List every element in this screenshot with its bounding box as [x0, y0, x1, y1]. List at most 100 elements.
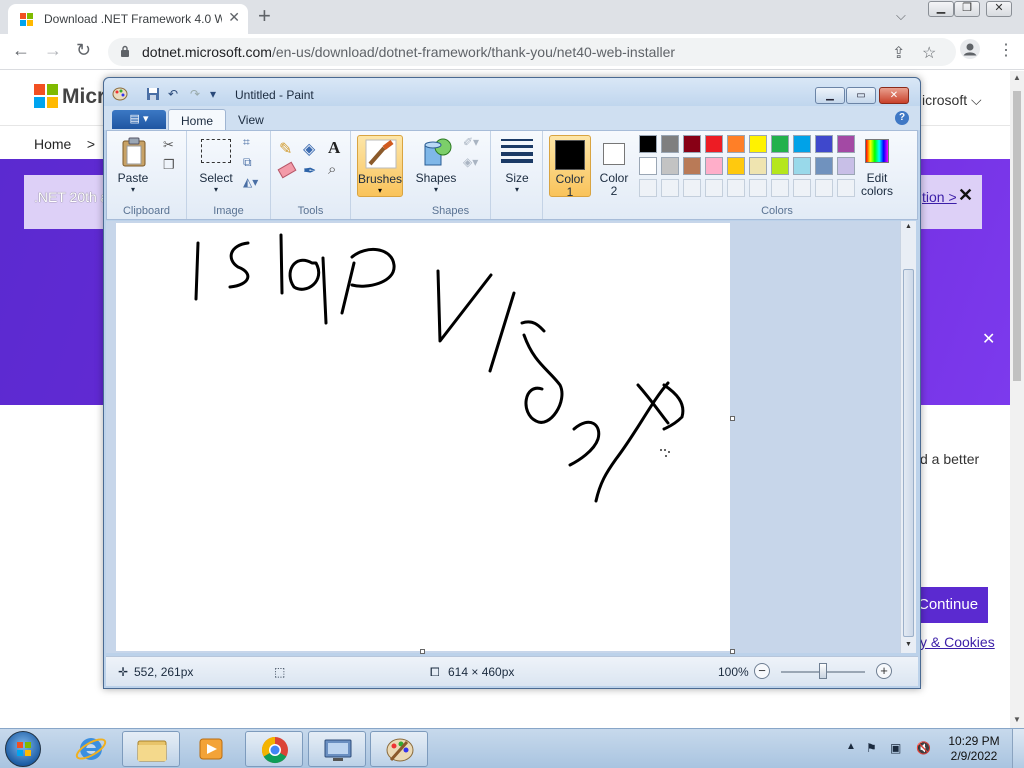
palette-swatch[interactable]: [639, 135, 657, 153]
palette-swatch[interactable]: [639, 179, 657, 197]
canvas-scroll-down-icon[interactable]: ▼: [905, 641, 912, 648]
taskbar-remote-desktop[interactable]: [308, 731, 366, 767]
color1-button[interactable]: Color 1: [549, 135, 591, 199]
canvas-scroll-thumb[interactable]: [903, 269, 914, 637]
drawing-canvas[interactable]: [116, 223, 730, 651]
banner-close-icon[interactable]: ✕: [958, 185, 973, 206]
canvas-vertical-scrollbar[interactable]: ▲ ▼: [900, 221, 916, 653]
zoom-in-button[interactable]: +: [876, 663, 892, 679]
size-button[interactable]: Size ▾: [497, 135, 537, 195]
save-icon[interactable]: [146, 87, 160, 101]
palette-swatch[interactable]: [661, 157, 679, 175]
palette-swatch[interactable]: [793, 135, 811, 153]
chrome-menu-icon[interactable]: ⋮: [998, 40, 1014, 60]
eraser-icon[interactable]: [277, 161, 297, 179]
outline-icon[interactable]: ✐▾: [463, 135, 479, 149]
palette-swatch[interactable]: [749, 135, 767, 153]
zoom-out-button[interactable]: −: [754, 663, 770, 679]
palette-swatch[interactable]: [837, 179, 855, 197]
back-icon[interactable]: ←: [12, 40, 30, 61]
taskbar-internet-explorer[interactable]: [62, 731, 120, 767]
palette-swatch[interactable]: [749, 157, 767, 175]
palette-swatch[interactable]: [683, 135, 701, 153]
palette-swatch[interactable]: [837, 135, 855, 153]
edit-colors-button[interactable]: Edit colors: [859, 135, 895, 198]
palette-swatch[interactable]: [771, 157, 789, 175]
page-scrollbar[interactable]: ▲ ▼: [1010, 71, 1024, 728]
paint-maximize-button[interactable]: ▭: [846, 87, 876, 104]
palette-swatch[interactable]: [705, 135, 723, 153]
browser-tab[interactable]: Download .NET Framework 4.0 W ✕: [8, 4, 248, 34]
crop-icon[interactable]: ⌗: [243, 135, 250, 150]
palette-swatch[interactable]: [815, 135, 833, 153]
bookmark-star-icon[interactable]: ☆: [922, 43, 936, 63]
select-button[interactable]: Select ▾: [195, 135, 237, 195]
palette-swatch[interactable]: [749, 179, 767, 197]
paint-title-bar[interactable]: ↶ ↷ ▾ Untitled - Paint ▁ ▭ ✕: [104, 78, 920, 106]
action-center-icon[interactable]: ⚑: [866, 741, 877, 755]
shapes-dropdown-icon[interactable]: ▾: [415, 185, 457, 194]
close-window-button[interactable]: ✕: [986, 1, 1012, 17]
share-icon[interactable]: ⇪: [892, 43, 905, 63]
palette-swatch[interactable]: [661, 135, 679, 153]
all-microsoft-menu[interactable]: icrosoft ⌵: [922, 92, 982, 109]
palette-swatch[interactable]: [793, 179, 811, 197]
palette-swatch[interactable]: [683, 179, 701, 197]
taskbar-file-explorer[interactable]: [122, 731, 180, 767]
undo-icon[interactable]: ↶: [168, 87, 182, 101]
start-button[interactable]: [5, 731, 41, 767]
palette-swatch[interactable]: [793, 157, 811, 175]
help-icon[interactable]: ?: [895, 111, 909, 125]
paint-close-button[interactable]: ✕: [879, 87, 909, 104]
scroll-up-icon[interactable]: ▲: [1013, 73, 1021, 82]
rotate-icon[interactable]: ◭▾: [243, 175, 258, 189]
address-bar[interactable]: dotnet.microsoft.com/en-us/download/dotn…: [108, 38, 956, 66]
palette-swatch[interactable]: [771, 179, 789, 197]
cut-icon[interactable]: ✂: [163, 137, 174, 153]
canvas-scroll-up-icon[interactable]: ▲: [905, 223, 912, 230]
palette-swatch[interactable]: [815, 179, 833, 197]
system-clock[interactable]: 10:29 PM 2/9/2022: [946, 734, 1002, 764]
tab-view[interactable]: View: [226, 109, 276, 130]
show-desktop-button[interactable]: [1012, 729, 1024, 768]
tab-search-icon[interactable]: ⌵: [896, 8, 906, 24]
size-dropdown-icon[interactable]: ▾: [497, 185, 537, 194]
volume-muted-icon[interactable]: 🔇: [916, 741, 931, 755]
network-icon[interactable]: ▣: [890, 741, 901, 755]
paint-minimize-button[interactable]: ▁: [815, 87, 845, 104]
profile-avatar-icon[interactable]: [960, 39, 980, 64]
customize-toolbar-icon[interactable]: ▾: [210, 87, 224, 101]
taskbar-chrome[interactable]: [245, 731, 303, 767]
forward-icon[interactable]: →: [44, 40, 62, 61]
zoom-slider-thumb[interactable]: [819, 663, 827, 679]
magnifier-icon[interactable]: ⌕: [328, 161, 336, 178]
brushes-button[interactable]: Brushes ▾: [357, 135, 403, 197]
page-scroll-thumb[interactable]: [1013, 91, 1021, 381]
palette-swatch[interactable]: [815, 157, 833, 175]
minimize-button[interactable]: ▁: [928, 1, 954, 17]
tab-close-icon[interactable]: ✕: [228, 9, 240, 26]
text-icon[interactable]: A: [328, 138, 340, 158]
resize-handle-bottom[interactable]: [420, 649, 425, 654]
resize-icon[interactable]: ⧉: [243, 155, 252, 170]
pencil-icon[interactable]: ✎: [279, 139, 292, 159]
palette-swatch[interactable]: [771, 135, 789, 153]
resize-handle-corner[interactable]: [730, 649, 735, 654]
shape-fill-icon[interactable]: ◈▾: [463, 155, 478, 169]
scroll-down-icon[interactable]: ▼: [1013, 715, 1021, 724]
palette-swatch[interactable]: [727, 179, 745, 197]
color-picker-icon[interactable]: ✒: [303, 161, 316, 181]
brushes-dropdown-icon[interactable]: ▾: [358, 186, 402, 195]
palette-swatch[interactable]: [639, 157, 657, 175]
taskbar-media-player[interactable]: [182, 731, 240, 767]
show-hidden-icons[interactable]: ▲: [846, 741, 856, 752]
new-tab-button[interactable]: +: [258, 4, 271, 28]
restore-button[interactable]: ❐: [954, 1, 980, 17]
select-dropdown-icon[interactable]: ▾: [195, 185, 237, 194]
shapes-button[interactable]: Shapes ▾: [415, 135, 457, 195]
palette-swatch[interactable]: [683, 157, 701, 175]
palette-swatch[interactable]: [727, 135, 745, 153]
palette-swatch[interactable]: [727, 157, 745, 175]
file-menu-button[interactable]: ▤ ▾: [112, 110, 166, 129]
secondary-banner-close-icon[interactable]: ✕: [982, 329, 995, 349]
